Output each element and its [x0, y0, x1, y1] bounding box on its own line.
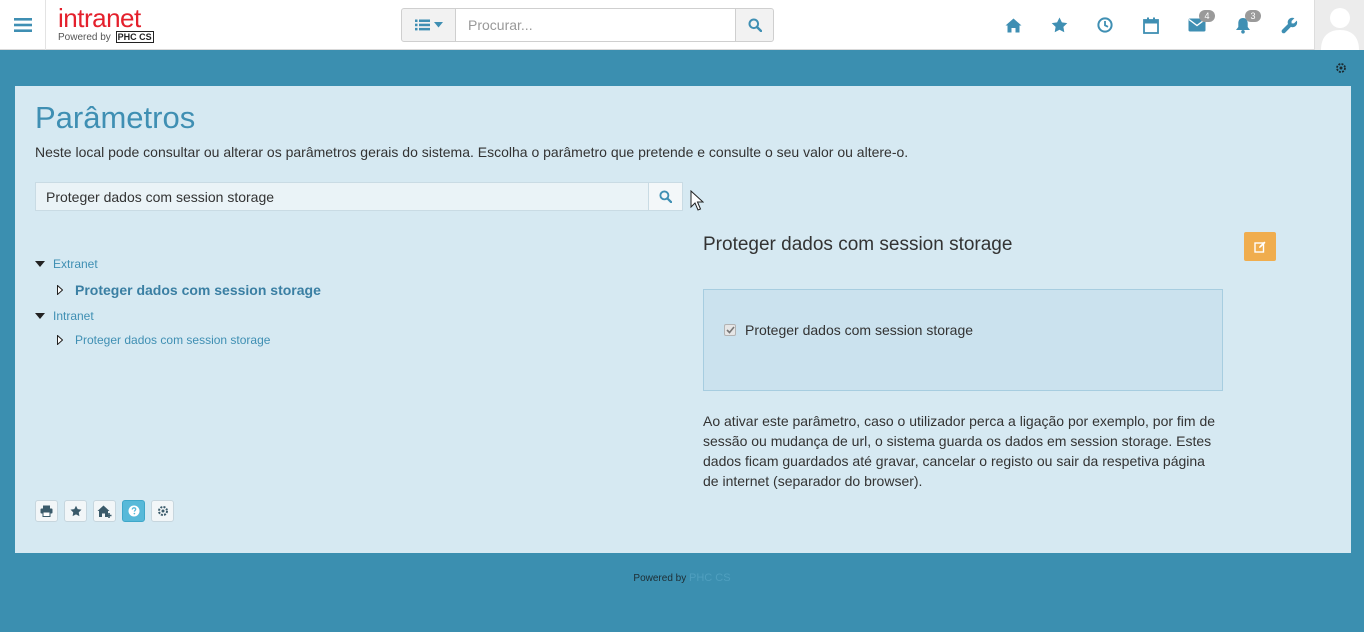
check-icon — [725, 326, 735, 334]
calendar-icon — [1143, 17, 1159, 34]
wrench-icon — [1281, 17, 1297, 33]
footer: Powered by PHC CS — [0, 572, 1364, 584]
edit-icon — [1254, 241, 1266, 253]
favorites-button[interactable] — [1036, 0, 1082, 50]
caret-right-icon — [57, 285, 63, 295]
tree-leaf-label: Proteger dados com session storage — [75, 282, 321, 298]
parameter-search-input[interactable] — [35, 182, 649, 211]
search-category-button[interactable] — [401, 8, 456, 42]
caret-right-icon — [57, 335, 63, 345]
top-bar: intranet Powered by PHC CS Procurar... 4… — [0, 0, 1364, 50]
intranet-logo[interactable]: intranet Powered by PHC CS — [58, 3, 178, 47]
gear-icon[interactable] — [1335, 62, 1347, 74]
tree-leaf-intranet-session-storage[interactable]: Proteger dados com session storage — [35, 328, 675, 352]
logo-text: intranet — [58, 3, 141, 33]
search-button[interactable] — [735, 8, 774, 42]
list-icon — [414, 19, 430, 31]
parameter-value-box: Proteger dados com session storage — [703, 289, 1223, 391]
footer-powered-label: Powered by — [633, 573, 687, 584]
calendar-button[interactable] — [1128, 0, 1174, 50]
settings-button[interactable] — [151, 500, 174, 522]
tree-node-extranet[interactable]: Extranet — [35, 252, 675, 276]
history-button[interactable] — [1082, 0, 1128, 50]
main-panel: Parâmetros Neste local pode consultar ou… — [15, 86, 1351, 553]
help-icon — [128, 505, 139, 517]
tools-button[interactable] — [1266, 0, 1312, 50]
tree-node-intranet[interactable]: Intranet — [35, 304, 675, 328]
caret-down-icon — [35, 261, 45, 267]
page-toolbar — [35, 500, 174, 522]
caret-down-icon — [433, 22, 443, 28]
parameter-tree: Extranet Proteger dados com session stor… — [35, 252, 675, 352]
help-button[interactable] — [122, 500, 145, 522]
page-description: Neste local pode consultar ou alterar os… — [35, 144, 909, 160]
notifications-button[interactable]: 3 — [1220, 0, 1266, 50]
home-icon — [1005, 18, 1021, 32]
detail-title: Proteger dados com session storage — [703, 234, 1013, 255]
parameter-checkbox-label: Proteger dados com session storage — [745, 322, 974, 338]
logo-powered: Powered by PHC CS — [58, 31, 154, 43]
add-to-home-button[interactable] — [93, 500, 116, 522]
parameter-checkbox-row: Proteger dados com session storage — [724, 322, 973, 338]
star-icon — [69, 505, 82, 517]
notifications-badge: 3 — [1245, 10, 1261, 22]
messages-button[interactable]: 4 — [1174, 0, 1220, 50]
mouse-cursor-icon — [690, 190, 704, 211]
clock-icon — [1097, 17, 1113, 33]
print-button[interactable] — [35, 500, 58, 522]
parameter-search — [35, 182, 683, 211]
messages-badge: 4 — [1199, 10, 1215, 22]
logo-powered-brand: PHC CS — [115, 31, 154, 43]
search-icon — [748, 18, 762, 32]
user-icon — [1315, 0, 1364, 50]
global-search — [401, 8, 774, 42]
user-avatar[interactable] — [1314, 0, 1364, 50]
tree-leaf-label: Proteger dados com session storage — [75, 333, 271, 347]
gear-icon — [157, 506, 168, 516]
footer-brand-link[interactable]: PHC CS — [689, 572, 731, 584]
page-title: Parâmetros — [35, 100, 196, 135]
search-icon — [659, 190, 672, 203]
tree-leaf-extranet-session-storage[interactable]: Proteger dados com session storage — [35, 276, 675, 304]
parameter-help-text: Ao ativar este parâmetro, caso o utiliza… — [703, 413, 1216, 489]
edit-button[interactable] — [1244, 232, 1276, 261]
home-button[interactable] — [990, 0, 1036, 50]
parameter-checkbox — [724, 324, 736, 336]
menu-icon — [13, 18, 32, 32]
tree-node-label: Extranet — [53, 257, 98, 271]
menu-button[interactable] — [0, 0, 46, 50]
home-add-icon — [97, 505, 112, 518]
parameter-search-button[interactable] — [649, 182, 683, 211]
favorite-button[interactable] — [64, 500, 87, 522]
tree-node-label: Intranet — [53, 309, 94, 323]
print-icon — [40, 505, 53, 517]
caret-down-icon — [35, 313, 45, 319]
search-input[interactable] — [456, 8, 735, 42]
nav-icons: 4 3 — [990, 0, 1312, 50]
star-icon — [1051, 17, 1067, 33]
